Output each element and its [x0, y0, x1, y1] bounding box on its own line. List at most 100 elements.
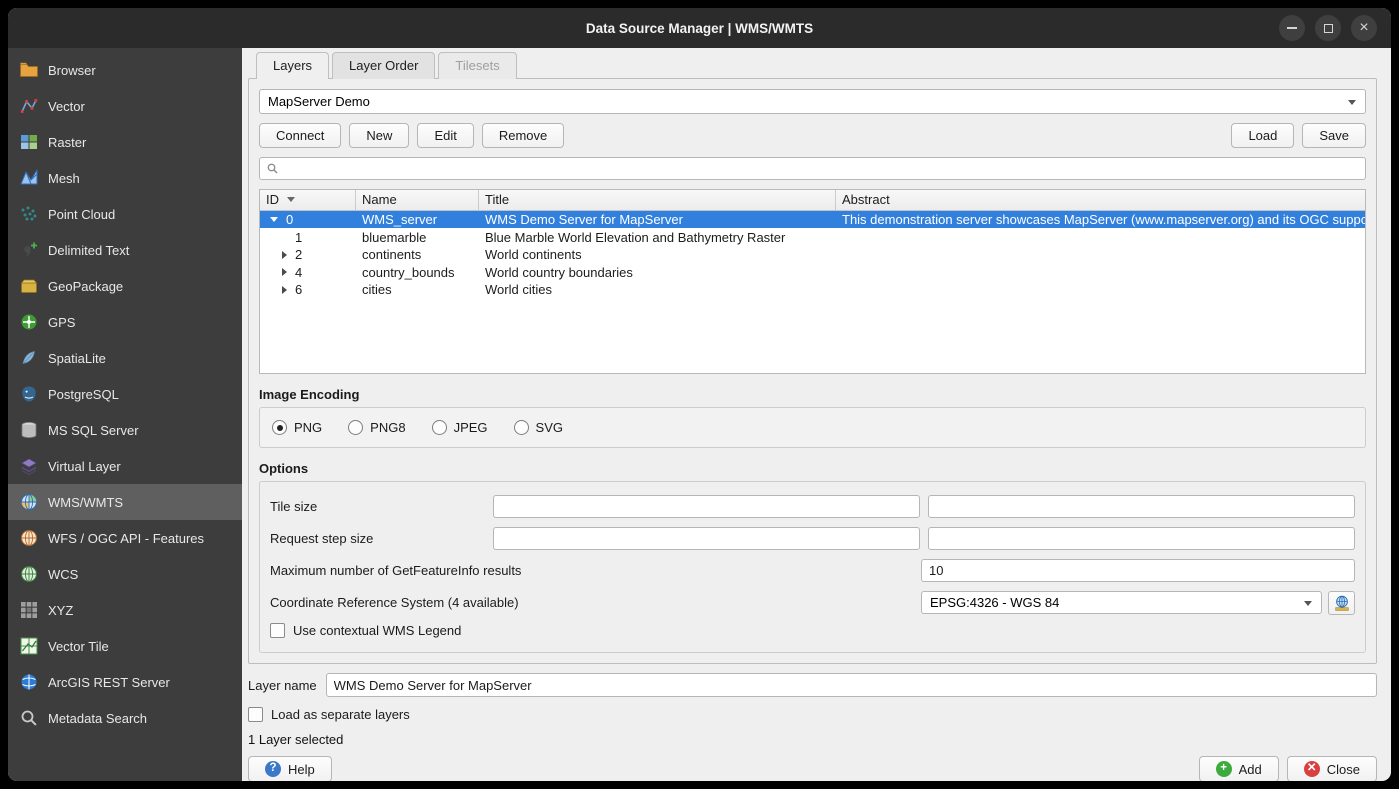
window-content: Browser Vector Raster Mesh Point Cloud D…	[8, 48, 1391, 781]
sidebar-item-wfs[interactable]: WFS / OGC API - Features	[8, 520, 242, 556]
radio-png[interactable]: PNG	[272, 420, 322, 435]
point-cloud-icon	[18, 204, 39, 225]
crs-label: Coordinate Reference System (4 available…	[270, 595, 519, 610]
crs-globe-icon	[1333, 594, 1351, 612]
sidebar-item-postgresql[interactable]: PostgreSQL	[8, 376, 242, 412]
tile-height-input[interactable]	[928, 495, 1355, 518]
add-button[interactable]: + Add	[1199, 756, 1279, 781]
sidebar-item-point-cloud[interactable]: Point Cloud	[8, 196, 242, 232]
wfs-globe-icon	[18, 528, 39, 549]
edit-button[interactable]: Edit	[417, 123, 473, 148]
radio-icon	[432, 420, 447, 435]
sort-indicator-icon	[287, 197, 295, 202]
sidebar-item-label: GPS	[48, 315, 75, 330]
select-crs-button[interactable]	[1328, 591, 1355, 615]
sidebar-item-label: Metadata Search	[48, 711, 147, 726]
crs-selected-value: EPSG:4326 - WGS 84	[930, 595, 1059, 610]
window-controls	[1279, 15, 1377, 41]
maximize-button[interactable]	[1315, 15, 1341, 41]
table-row[interactable]: 2 continents World continents	[260, 246, 1365, 264]
sidebar-item-label: WMS/WMTS	[48, 495, 123, 510]
remove-button[interactable]: Remove	[482, 123, 564, 148]
load-separate-option[interactable]: Load as separate layers	[248, 707, 1377, 722]
search-input[interactable]	[285, 161, 1359, 176]
checkbox-icon[interactable]	[248, 707, 263, 722]
collapsed-arrow-icon[interactable]	[282, 251, 287, 259]
sidebar-item-geopackage[interactable]: GeoPackage	[8, 268, 242, 304]
wms-globe-icon	[18, 492, 39, 513]
new-button[interactable]: New	[349, 123, 409, 148]
minimize-icon	[1287, 27, 1297, 29]
column-header-name[interactable]: Name	[356, 190, 479, 210]
raster-icon	[18, 132, 39, 153]
step-height-input[interactable]	[928, 527, 1355, 550]
sidebar-item-mssql[interactable]: MS SQL Server	[8, 412, 242, 448]
layer-name-input[interactable]	[326, 673, 1377, 697]
table-row[interactable]: 4 country_bounds World country boundarie…	[260, 263, 1365, 281]
sidebar-item-gps[interactable]: GPS	[8, 304, 242, 340]
radio-png8[interactable]: PNG8	[348, 420, 405, 435]
sidebar-item-wcs[interactable]: WCS	[8, 556, 242, 592]
help-icon: ?	[265, 761, 281, 777]
chevron-down-icon	[1348, 100, 1356, 105]
tab-layer-order[interactable]: Layer Order	[332, 52, 435, 79]
sidebar-item-label: Virtual Layer	[48, 459, 121, 474]
postgresql-icon	[18, 384, 39, 405]
column-header-abstract[interactable]: Abstract	[836, 190, 1365, 210]
close-button[interactable]	[1351, 15, 1377, 41]
sidebar-item-spatialite[interactable]: SpatiaLite	[8, 340, 242, 376]
table-row[interactable]: 1 bluemarble Blue Marble World Elevation…	[260, 228, 1365, 246]
dialog-footer: Layer name Load as separate layers 1 Lay…	[248, 664, 1377, 781]
tabbar: Layers Layer Order Tilesets	[256, 51, 1377, 78]
source-type-sidebar: Browser Vector Raster Mesh Point Cloud D…	[8, 48, 242, 781]
sidebar-item-virtual-layer[interactable]: Virtual Layer	[8, 448, 242, 484]
crs-row: Coordinate Reference System (4 available…	[270, 591, 1355, 614]
sidebar-item-vector-tile[interactable]: Vector Tile	[8, 628, 242, 664]
contextual-legend-option[interactable]: Use contextual WMS Legend	[270, 623, 1355, 638]
sidebar-item-label: Raster	[48, 135, 86, 150]
sidebar-item-raster[interactable]: Raster	[8, 124, 242, 160]
load-button[interactable]: Load	[1231, 123, 1294, 148]
column-header-title[interactable]: Title	[479, 190, 836, 210]
table-row[interactable]: 6 cities World cities	[260, 281, 1365, 299]
feature-info-count-input[interactable]	[921, 559, 1355, 582]
connection-select[interactable]: MapServer Demo	[259, 89, 1366, 114]
column-header-id[interactable]: ID	[260, 190, 356, 210]
collapsed-arrow-icon[interactable]	[282, 286, 287, 294]
sidebar-item-browser[interactable]: Browser	[8, 52, 242, 88]
save-button[interactable]: Save	[1302, 123, 1366, 148]
radio-jpeg[interactable]: JPEG	[432, 420, 488, 435]
arcgis-globe-icon	[18, 672, 39, 693]
sidebar-item-delimited-text[interactable]: Delimited Text	[8, 232, 242, 268]
sidebar-item-metadata-search[interactable]: Metadata Search	[8, 700, 242, 736]
minimize-button[interactable]	[1279, 15, 1305, 41]
tile-width-input[interactable]	[493, 495, 920, 518]
titlebar[interactable]: Data Source Manager | WMS/WMTS	[8, 8, 1391, 48]
sidebar-item-mesh[interactable]: Mesh	[8, 160, 242, 196]
mssql-server-icon	[18, 420, 39, 441]
table-row[interactable]: 0 WMS_server WMS Demo Server for MapServ…	[260, 211, 1365, 229]
help-button[interactable]: ? Help	[248, 756, 332, 781]
mesh-icon	[18, 168, 39, 189]
close-dialog-button[interactable]: ✕ Close	[1287, 756, 1377, 781]
crs-select[interactable]: EPSG:4326 - WGS 84	[921, 591, 1322, 614]
sidebar-item-label: Vector Tile	[48, 639, 109, 654]
tile-size-label: Tile size	[270, 499, 485, 514]
add-plus-icon: +	[1216, 761, 1232, 777]
tab-layers[interactable]: Layers	[256, 52, 329, 79]
checkbox-icon[interactable]	[270, 623, 285, 638]
sidebar-item-label: Vector	[48, 99, 85, 114]
sidebar-item-vector[interactable]: Vector	[8, 88, 242, 124]
connect-button[interactable]: Connect	[259, 123, 341, 148]
sidebar-item-arcgis-rest[interactable]: ArcGIS REST Server	[8, 664, 242, 700]
sidebar-item-label: GeoPackage	[48, 279, 123, 294]
maximize-icon	[1324, 24, 1333, 33]
connection-buttons: Connect New Edit Remove Load Save	[259, 123, 1366, 148]
radio-svg[interactable]: SVG	[514, 420, 563, 435]
step-width-input[interactable]	[493, 527, 920, 550]
sidebar-item-wms-wmts[interactable]: WMS/WMTS	[8, 484, 242, 520]
collapsed-arrow-icon[interactable]	[282, 268, 287, 276]
vector-tile-icon	[18, 636, 39, 657]
expanded-arrow-icon[interactable]	[270, 217, 278, 222]
sidebar-item-xyz[interactable]: XYZ	[8, 592, 242, 628]
